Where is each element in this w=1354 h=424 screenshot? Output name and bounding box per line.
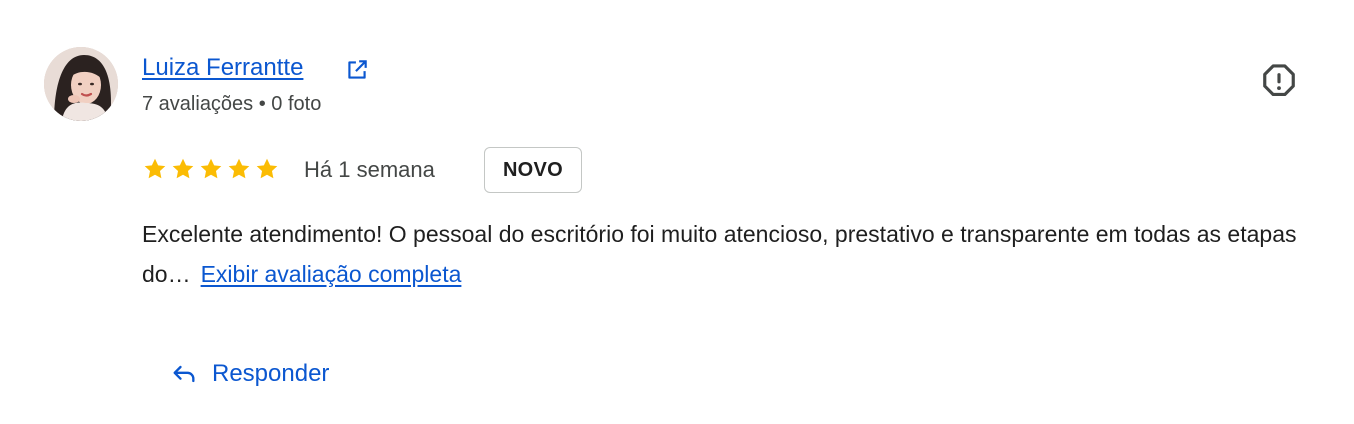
show-full-review-link[interactable]: Exibir avaliação completa — [201, 261, 462, 287]
author-meta: 7 avaliações • 0 foto — [142, 93, 322, 115]
reply-arrow-icon — [173, 365, 195, 383]
review-date: Há 1 semana — [304, 157, 435, 182]
new-badge: NOVO — [484, 147, 582, 193]
avatar-photo — [44, 47, 118, 121]
star-icon — [256, 158, 278, 179]
reply-label: Responder — [212, 360, 330, 387]
star-icon — [144, 158, 166, 179]
avatar[interactable] — [44, 47, 118, 121]
star-icon — [200, 158, 222, 179]
reply-button[interactable]: Responder — [160, 350, 339, 398]
open-in-new-icon[interactable] — [344, 57, 370, 83]
author-name-link[interactable]: Luiza Ferrantte — [142, 52, 303, 84]
star-icon — [172, 158, 194, 179]
star-rating — [142, 156, 280, 182]
star-icon — [228, 158, 250, 179]
review-text: Excelente atendimento! O pessoal do escr… — [142, 214, 1322, 294]
report-flag-icon[interactable] — [1260, 62, 1298, 100]
